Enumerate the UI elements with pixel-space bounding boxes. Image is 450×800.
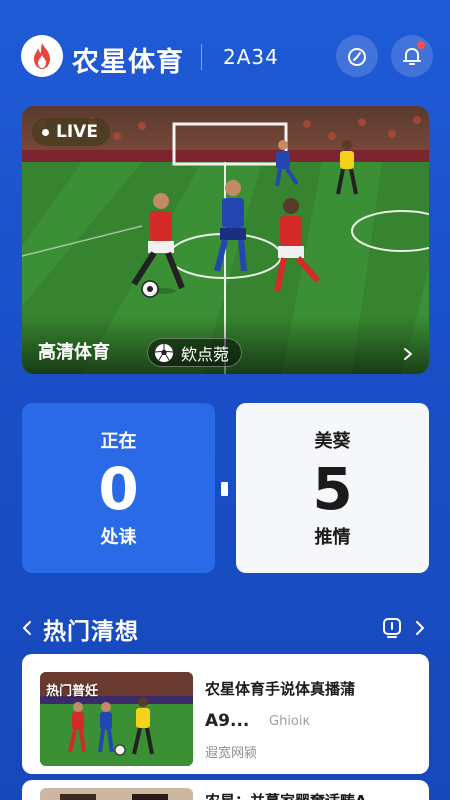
stat-right-bottom: 推情 (314, 527, 351, 548)
section-header: 热门清想 (0, 608, 450, 648)
stat-right-value: 5 (312, 455, 353, 523)
stopwatch-icon (348, 48, 366, 66)
stat-left-value: 0 (98, 455, 139, 523)
stat-left-top: 正在 (100, 431, 137, 452)
live-caption: 高清体育 (38, 342, 110, 363)
notification-dot (417, 41, 425, 49)
soccer-ball-icon (154, 343, 174, 362)
stat-right-top: 美葵 (314, 431, 351, 452)
section-title: 热门清想 (43, 619, 139, 645)
stopwatch-button[interactable] (336, 35, 378, 77)
news-title: 农星：并蔓家罂奝适畴A (205, 790, 367, 800)
people-thumbnail-image (40, 788, 193, 800)
stat-card-recommend[interactable]: 美葵 5 推情 (236, 403, 429, 573)
app-header: 农星体育 2A34 (0, 0, 450, 110)
news-meta-primary: A9... (205, 711, 250, 731)
stat-left-bottom: 处诔 (100, 527, 137, 548)
news-thumbnail (40, 788, 193, 800)
live-match-card[interactable]: LIVE 高清体育 欸点菀 (22, 106, 429, 374)
news-source: 遐宽网颍 (205, 746, 258, 761)
app-title: 农星体育 (72, 47, 184, 78)
news-thumbnail: 热门普妊 (40, 672, 193, 766)
news-card[interactable]: 热门普妊 农星体育手说体真播蒲 A9... Ghioiκ 遐宽网颍 (22, 654, 429, 774)
flame-icon (34, 43, 50, 69)
live-badge-label: LIVE (56, 122, 98, 142)
header-code: 2A34 (223, 45, 279, 69)
chevron-left-icon[interactable] (20, 619, 34, 637)
live-badge: LIVE (32, 118, 110, 146)
thumbnail-tag: 热门普妊 (46, 684, 99, 699)
app-logo (21, 35, 63, 77)
live-pill-label: 欸点菀 (181, 344, 230, 364)
chevron-right-icon[interactable] (401, 347, 415, 361)
news-title: 农星体育手说体真播蒲 (205, 680, 356, 698)
live-dot (42, 128, 49, 136)
notification-button[interactable] (391, 35, 433, 77)
chevron-right-icon[interactable] (413, 619, 427, 637)
live-pill-button[interactable]: 欸点菀 (147, 338, 243, 367)
title-divider (201, 44, 202, 70)
news-card[interactable]: 农星：并蔓家罂奝适畴A (22, 780, 429, 800)
news-meta-secondary: Ghioiκ (269, 714, 311, 729)
stat-card-live[interactable]: 正在 0 处诔 (22, 403, 215, 573)
refresh-icon[interactable] (380, 616, 404, 640)
stat-divider-dot (221, 482, 228, 496)
